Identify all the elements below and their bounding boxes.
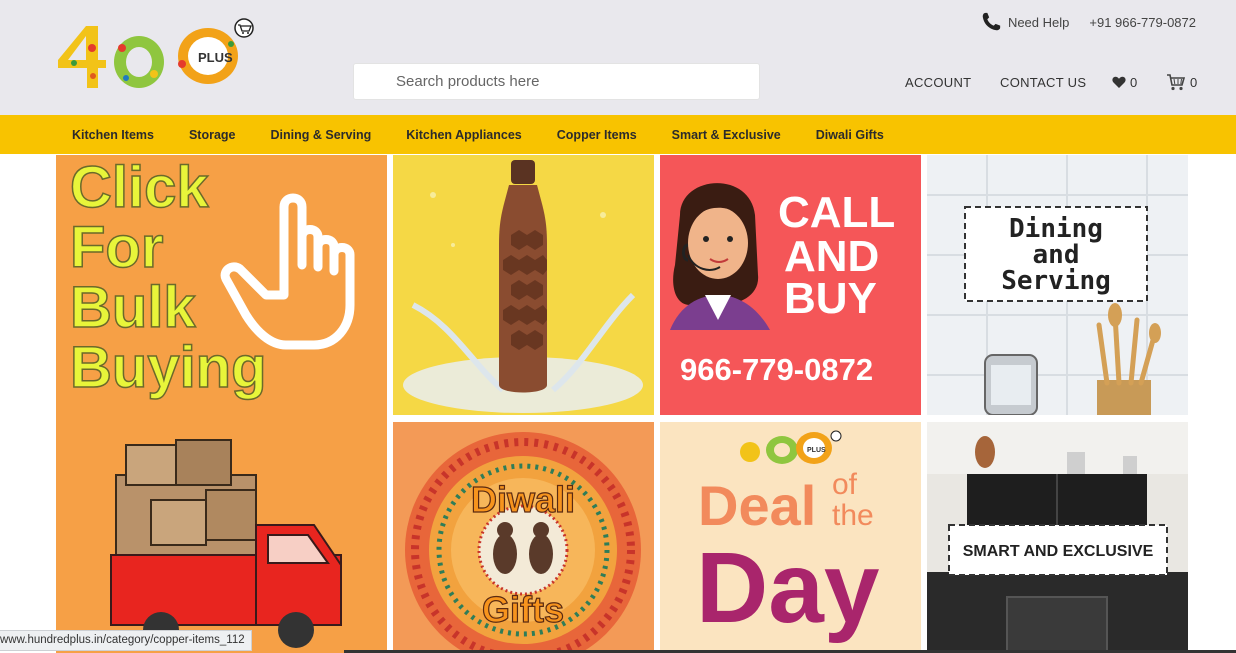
copper-bottle-graphic xyxy=(403,160,643,413)
wishlist-count: 0 xyxy=(1130,74,1138,90)
call-line-1: CALL xyxy=(778,188,895,237)
deal-word-1: Deal xyxy=(698,474,816,537)
call-and-buy-graphic: CALL AND BUY 966-779-0872 xyxy=(670,183,895,387)
category-kitchen-appliances[interactable]: Kitchen Appliances xyxy=(406,128,522,142)
cart-button[interactable]: 0 xyxy=(1166,71,1198,93)
status-bar-url: www.hundredplus.in/category/copper-items… xyxy=(0,630,252,651)
cart-icon xyxy=(1167,74,1186,91)
bulk-line-4: Buying xyxy=(70,335,267,400)
wishlist-button[interactable]: 0 xyxy=(1112,71,1138,93)
account-label: ACCOUNT xyxy=(905,74,972,90)
help-phone-number[interactable]: +91 966-779-0872 xyxy=(1089,15,1196,30)
help-contact: Need Help +91 966-779-0872 xyxy=(980,10,1196,34)
phone-icon xyxy=(982,12,1001,31)
smart-exclusive-banner[interactable]: SMART AND EXCLUSIVE xyxy=(927,422,1188,653)
category-copper-items[interactable]: Copper Items xyxy=(557,128,637,142)
bulk-buying-banner[interactable]: Click For Bulk Buying xyxy=(56,155,387,653)
delivery-truck-icon xyxy=(110,439,342,648)
site-header: PLUS Need Help +91 966-779-0872 ACCOUNT … xyxy=(0,0,1236,115)
deal-word-4: Day xyxy=(696,532,880,644)
call-phone-number: 966-779-0872 xyxy=(680,352,873,387)
category-nav: Kitchen Items Storage Dining & Serving K… xyxy=(0,115,1236,154)
pointing-hand-icon xyxy=(220,193,355,350)
category-storage[interactable]: Storage xyxy=(189,128,236,142)
bulk-line-2: For xyxy=(70,215,163,280)
deal-of-the-day-banner[interactable]: PLUS Deal of the Day xyxy=(660,422,921,653)
dining-serving-graphic: Dining and Serving xyxy=(927,155,1188,415)
deal-logo-plus: PLUS xyxy=(807,447,826,454)
bulk-line-3: Bulk xyxy=(70,275,196,340)
dining-serving-banner[interactable]: Dining and Serving xyxy=(927,155,1188,415)
cart-count: 0 xyxy=(1190,74,1198,90)
deal-word-3: the xyxy=(832,499,874,532)
logo-graphic: PLUS xyxy=(58,18,254,88)
account-link[interactable]: ACCOUNT xyxy=(905,71,971,93)
dining-line-3: Serving xyxy=(1001,266,1111,296)
heart-icon xyxy=(1112,76,1126,88)
support-agent-icon xyxy=(670,183,770,330)
copper-items-banner[interactable] xyxy=(393,155,654,415)
diwali-gifts-graphic: Diwali Gifts xyxy=(405,432,641,653)
contact-us-label: CONTACT US xyxy=(1000,74,1087,90)
diwali-line-2: Gifts xyxy=(482,589,564,630)
category-kitchen-items[interactable]: Kitchen Items xyxy=(72,128,154,142)
category-dining-serving[interactable]: Dining & Serving xyxy=(271,128,372,142)
need-help-label: Need Help xyxy=(1007,14,1070,30)
search-input[interactable] xyxy=(354,64,759,99)
bulk-buying-graphic: Click For Bulk Buying xyxy=(69,155,355,648)
contact-us-link[interactable]: CONTACT US xyxy=(1000,71,1086,93)
deal-word-2: of xyxy=(832,468,858,501)
category-diwali-gifts[interactable]: Diwali Gifts xyxy=(816,128,884,142)
call-line-3: BUY xyxy=(784,274,877,323)
search-box xyxy=(353,63,760,100)
smart-exclusive-graphic: SMART AND EXCLUSIVE xyxy=(927,422,1188,653)
bulk-line-1: Click xyxy=(70,155,209,220)
smart-label: SMART AND EXCLUSIVE xyxy=(963,543,1154,560)
diwali-gifts-banner[interactable]: Diwali Gifts xyxy=(393,422,654,653)
deal-of-the-day-graphic: PLUS Deal of the Day xyxy=(696,430,880,644)
diwali-line-1: Diwali xyxy=(471,479,575,520)
category-smart-exclusive[interactable]: Smart & Exclusive xyxy=(672,128,781,142)
logo-plus-text: PLUS xyxy=(198,50,233,65)
site-logo[interactable]: PLUS xyxy=(56,18,256,93)
call-and-buy-banner[interactable]: CALL AND BUY 966-779-0872 xyxy=(660,155,921,415)
